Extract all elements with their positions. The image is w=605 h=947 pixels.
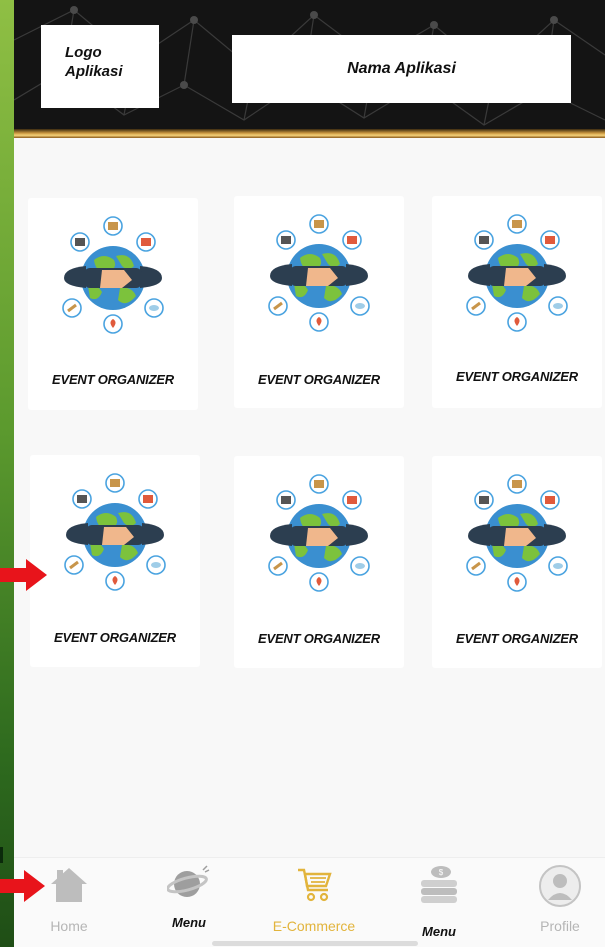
- logo-line-1: Logo: [65, 44, 102, 61]
- app-header: Logo Aplikasi Nama Aplikasi: [14, 0, 605, 138]
- app-name-banner: Nama Aplikasi: [232, 35, 571, 103]
- card-label: EVENT ORGANIZER: [54, 630, 176, 645]
- annotation-arrow-icon: [0, 870, 45, 902]
- app-screen: Logo Aplikasi Nama Aplikasi EVENT ORGANI…: [14, 0, 605, 947]
- event-organizer-card[interactable]: EVENT ORGANIZER: [28, 198, 198, 410]
- gold-divider: [14, 129, 605, 138]
- nav-label-menu: Menu: [172, 915, 206, 930]
- nav-label-menu: Menu: [422, 924, 456, 939]
- event-organizer-icon: [64, 473, 166, 591]
- event-organizer-icon: [62, 216, 164, 334]
- annotation-arrow-icon: [0, 559, 47, 591]
- nav-label-profile: Profile: [540, 918, 580, 934]
- coins-icon: $: [421, 866, 457, 903]
- bottom-navigation-bar: Home Menu E-Commerce $ Menu Profile: [14, 857, 605, 947]
- card-label: EVENT ORGANIZER: [52, 372, 174, 387]
- card-label: EVENT ORGANIZER: [258, 631, 380, 646]
- home-icon: [51, 868, 87, 902]
- logo-line-2: Aplikasi: [65, 63, 123, 80]
- nav-label-home: Home: [50, 918, 88, 934]
- event-organizer-card[interactable]: EVENT ORGANIZER: [432, 456, 602, 668]
- event-organizer-card[interactable]: EVENT ORGANIZER: [234, 196, 404, 408]
- nav-profile[interactable]: Profile: [522, 858, 598, 947]
- event-organizer-icon: [466, 214, 568, 332]
- card-label: EVENT ORGANIZER: [456, 631, 578, 646]
- nav-ecommerce[interactable]: E-Commerce: [259, 858, 369, 947]
- svg-text:$: $: [439, 868, 444, 877]
- planet-icon: [167, 865, 210, 897]
- event-organizer-icon: [268, 214, 370, 332]
- profile-icon: [539, 865, 581, 907]
- app-name: Nama Aplikasi: [347, 60, 456, 77]
- card-label: EVENT ORGANIZER: [456, 369, 578, 384]
- home-indicator-bar: [212, 941, 418, 946]
- event-organizer-icon: [466, 474, 568, 592]
- nav-menu-2[interactable]: $ Menu: [399, 858, 479, 947]
- event-organizer-card[interactable]: EVENT ORGANIZER: [30, 455, 200, 667]
- annotation-mark: [0, 847, 3, 863]
- cart-icon: [298, 868, 332, 902]
- nav-menu-1[interactable]: Menu: [149, 858, 229, 947]
- event-organizer-icon: [268, 474, 370, 592]
- card-label: EVENT ORGANIZER: [258, 372, 380, 387]
- event-organizer-card[interactable]: EVENT ORGANIZER: [432, 196, 602, 408]
- event-organizer-card[interactable]: EVENT ORGANIZER: [234, 456, 404, 668]
- nav-label-ecommerce: E-Commerce: [272, 918, 356, 934]
- app-logo-placeholder: Logo Aplikasi: [41, 25, 159, 108]
